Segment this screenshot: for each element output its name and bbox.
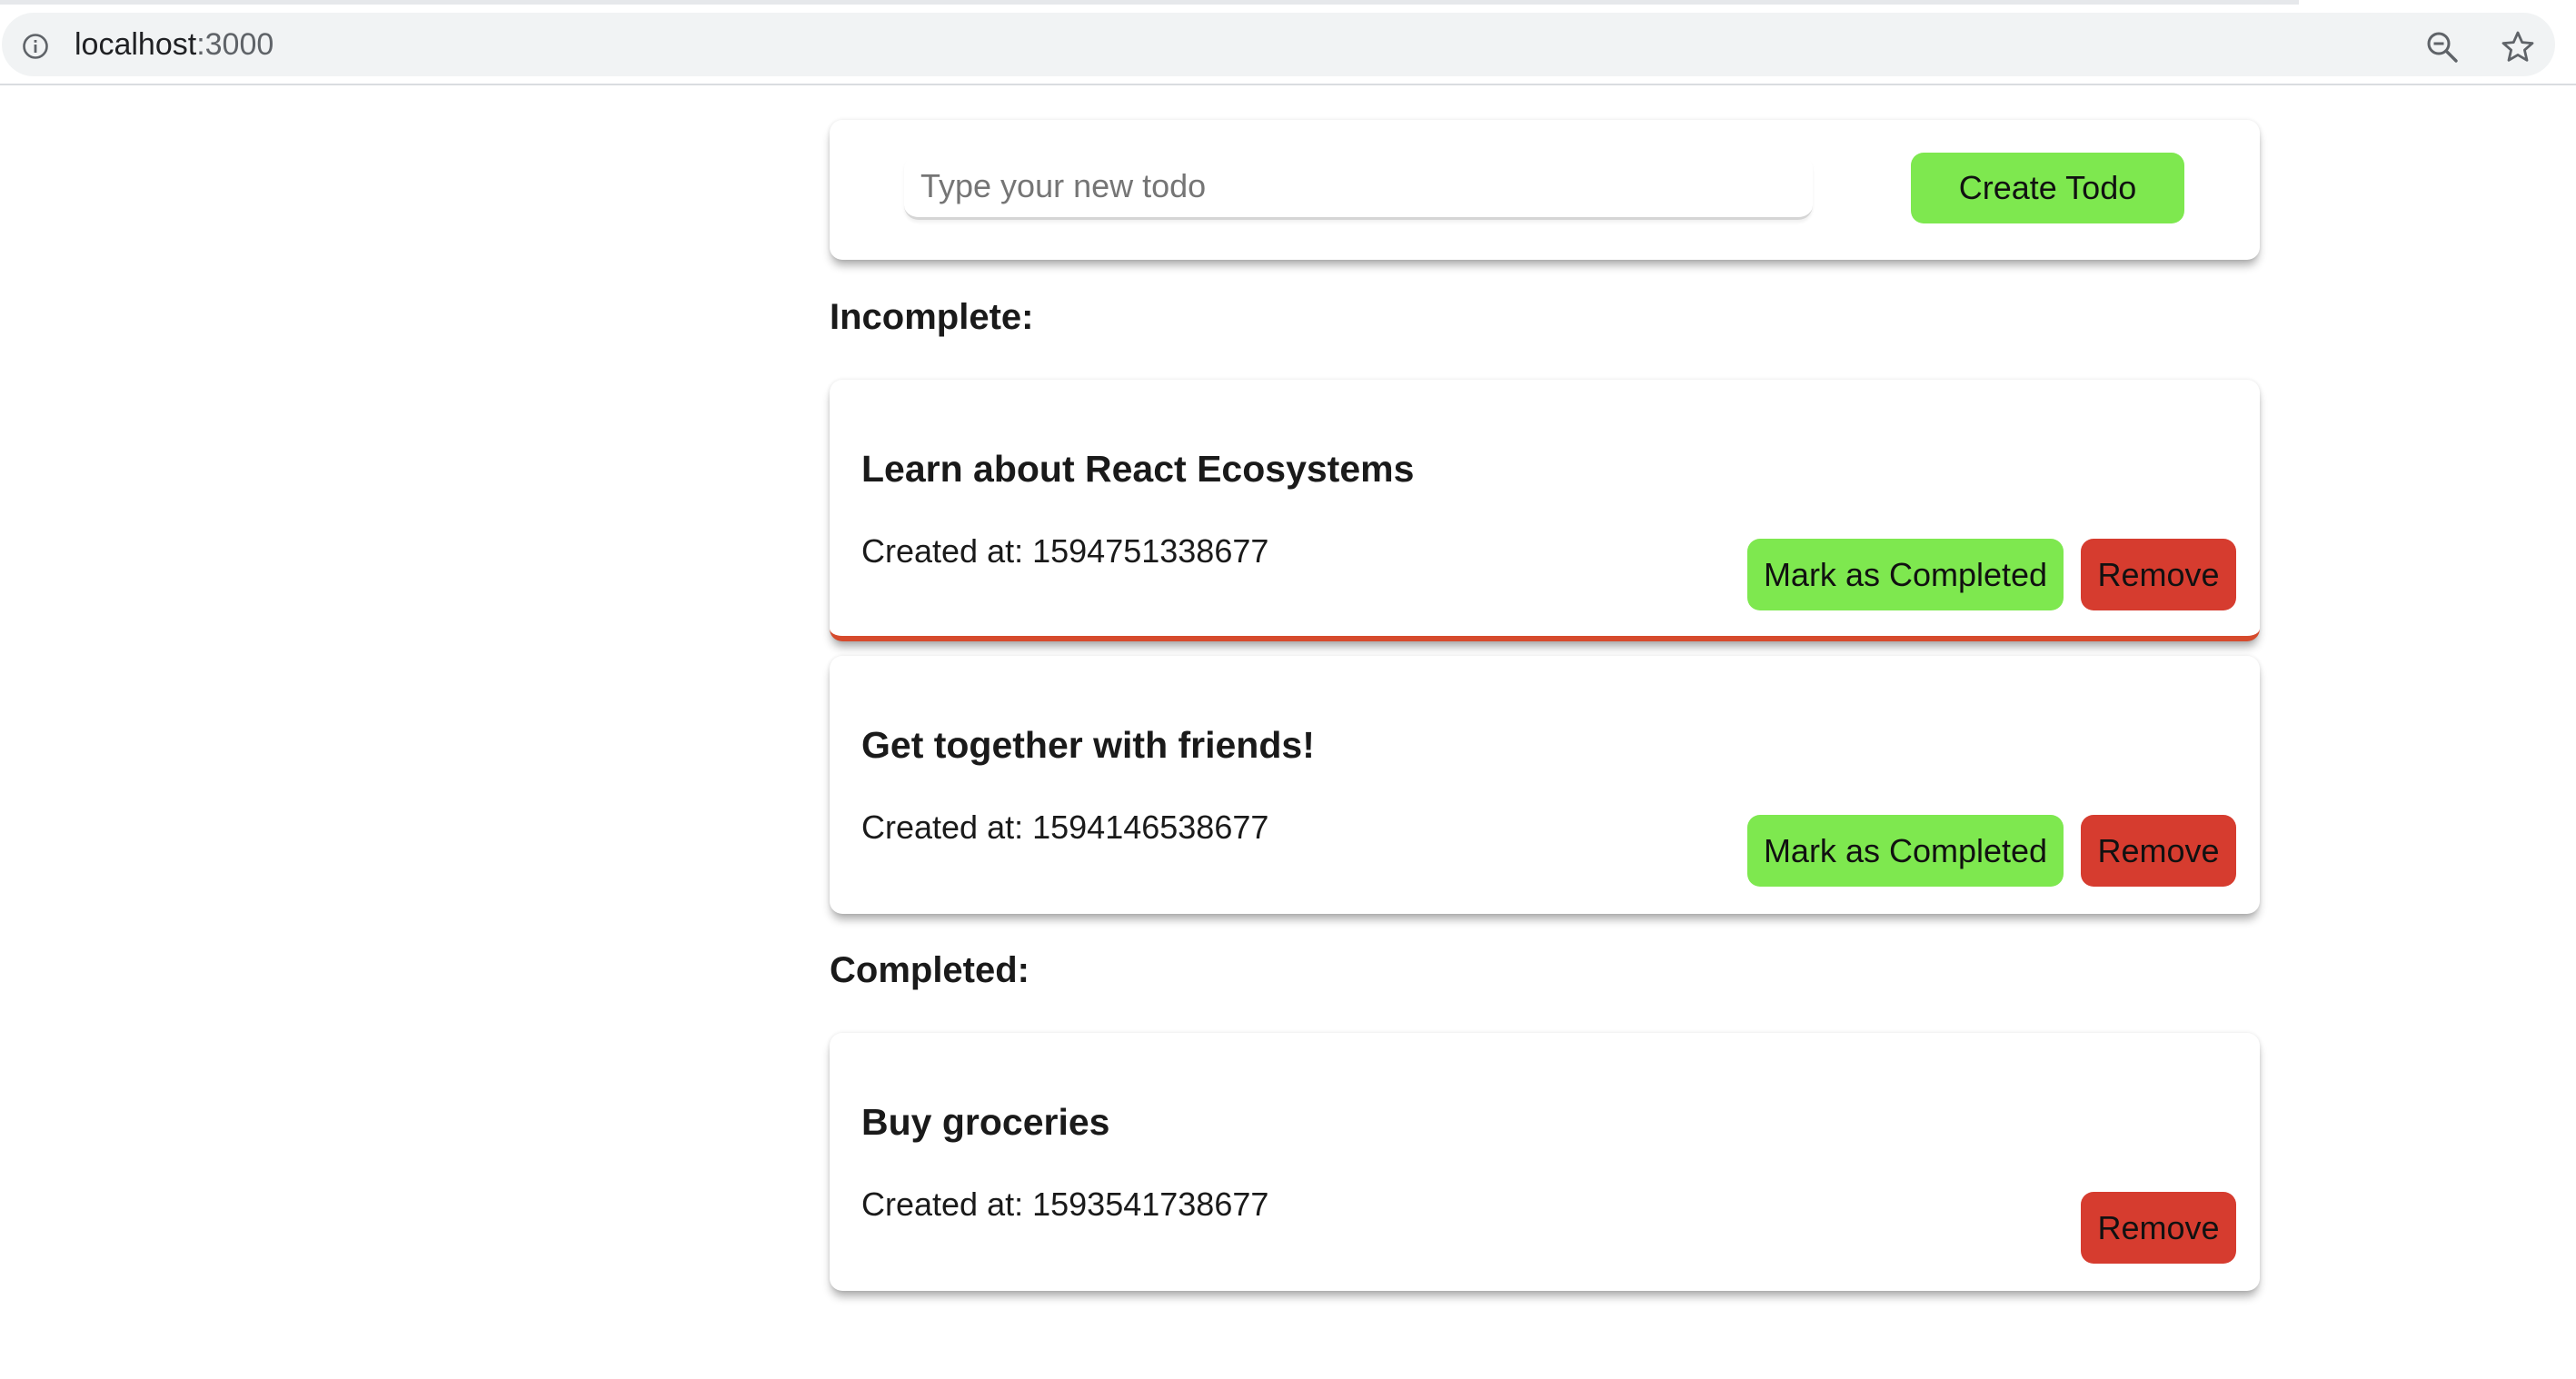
todo-created-at: Created at: 1594146538677: [861, 809, 1268, 847]
todo-title: Buy groceries: [861, 1101, 1110, 1143]
zoom-out-icon[interactable]: [2426, 31, 2459, 64]
todo-created-at: Created at: 1594751338677: [861, 532, 1268, 570]
remove-button[interactable]: Remove: [2081, 539, 2236, 610]
address-bar[interactable]: localhost:3000: [2, 13, 2555, 76]
incomplete-heading: Incomplete:: [830, 297, 1034, 337]
todo-title: Learn about React Ecosystems: [861, 448, 1415, 490]
created-at-value: 1593541738677: [1032, 1186, 1269, 1223]
new-todo-form: Create Todo: [830, 120, 2260, 260]
mark-completed-button[interactable]: Mark as Completed: [1747, 815, 2064, 887]
todo-item: Get together with friends! Created at: 15…: [830, 656, 2260, 914]
url-host: localhost: [75, 27, 197, 62]
mark-completed-button[interactable]: Mark as Completed: [1747, 539, 2064, 610]
star-icon[interactable]: [2501, 30, 2535, 64]
created-at-label: Created at:: [861, 809, 1024, 846]
created-at-value: 1594146538677: [1032, 809, 1269, 846]
created-at-value: 1594751338677: [1032, 532, 1269, 570]
created-at-label: Created at:: [861, 532, 1024, 570]
browser-toolbar: localhost:3000: [0, 5, 2576, 85]
remove-button[interactable]: Remove: [2081, 815, 2236, 887]
todo-title: Get together with friends!: [861, 724, 1315, 766]
todo-created-at: Created at: 1593541738677: [861, 1186, 1268, 1224]
url-text[interactable]: localhost:3000: [75, 26, 274, 63]
todo-item: Learn about React Ecosystems Created at:…: [830, 380, 2260, 641]
url-port: :3000: [196, 27, 274, 62]
create-todo-button[interactable]: Create Todo: [1911, 153, 2184, 223]
created-at-label: Created at:: [861, 1186, 1024, 1223]
new-todo-input[interactable]: [904, 154, 1813, 220]
todo-item: Buy groceries Created at: 1593541738677 R…: [830, 1033, 2260, 1291]
completed-heading: Completed:: [830, 950, 1029, 990]
info-icon[interactable]: [22, 33, 49, 60]
remove-button[interactable]: Remove: [2081, 1192, 2236, 1264]
